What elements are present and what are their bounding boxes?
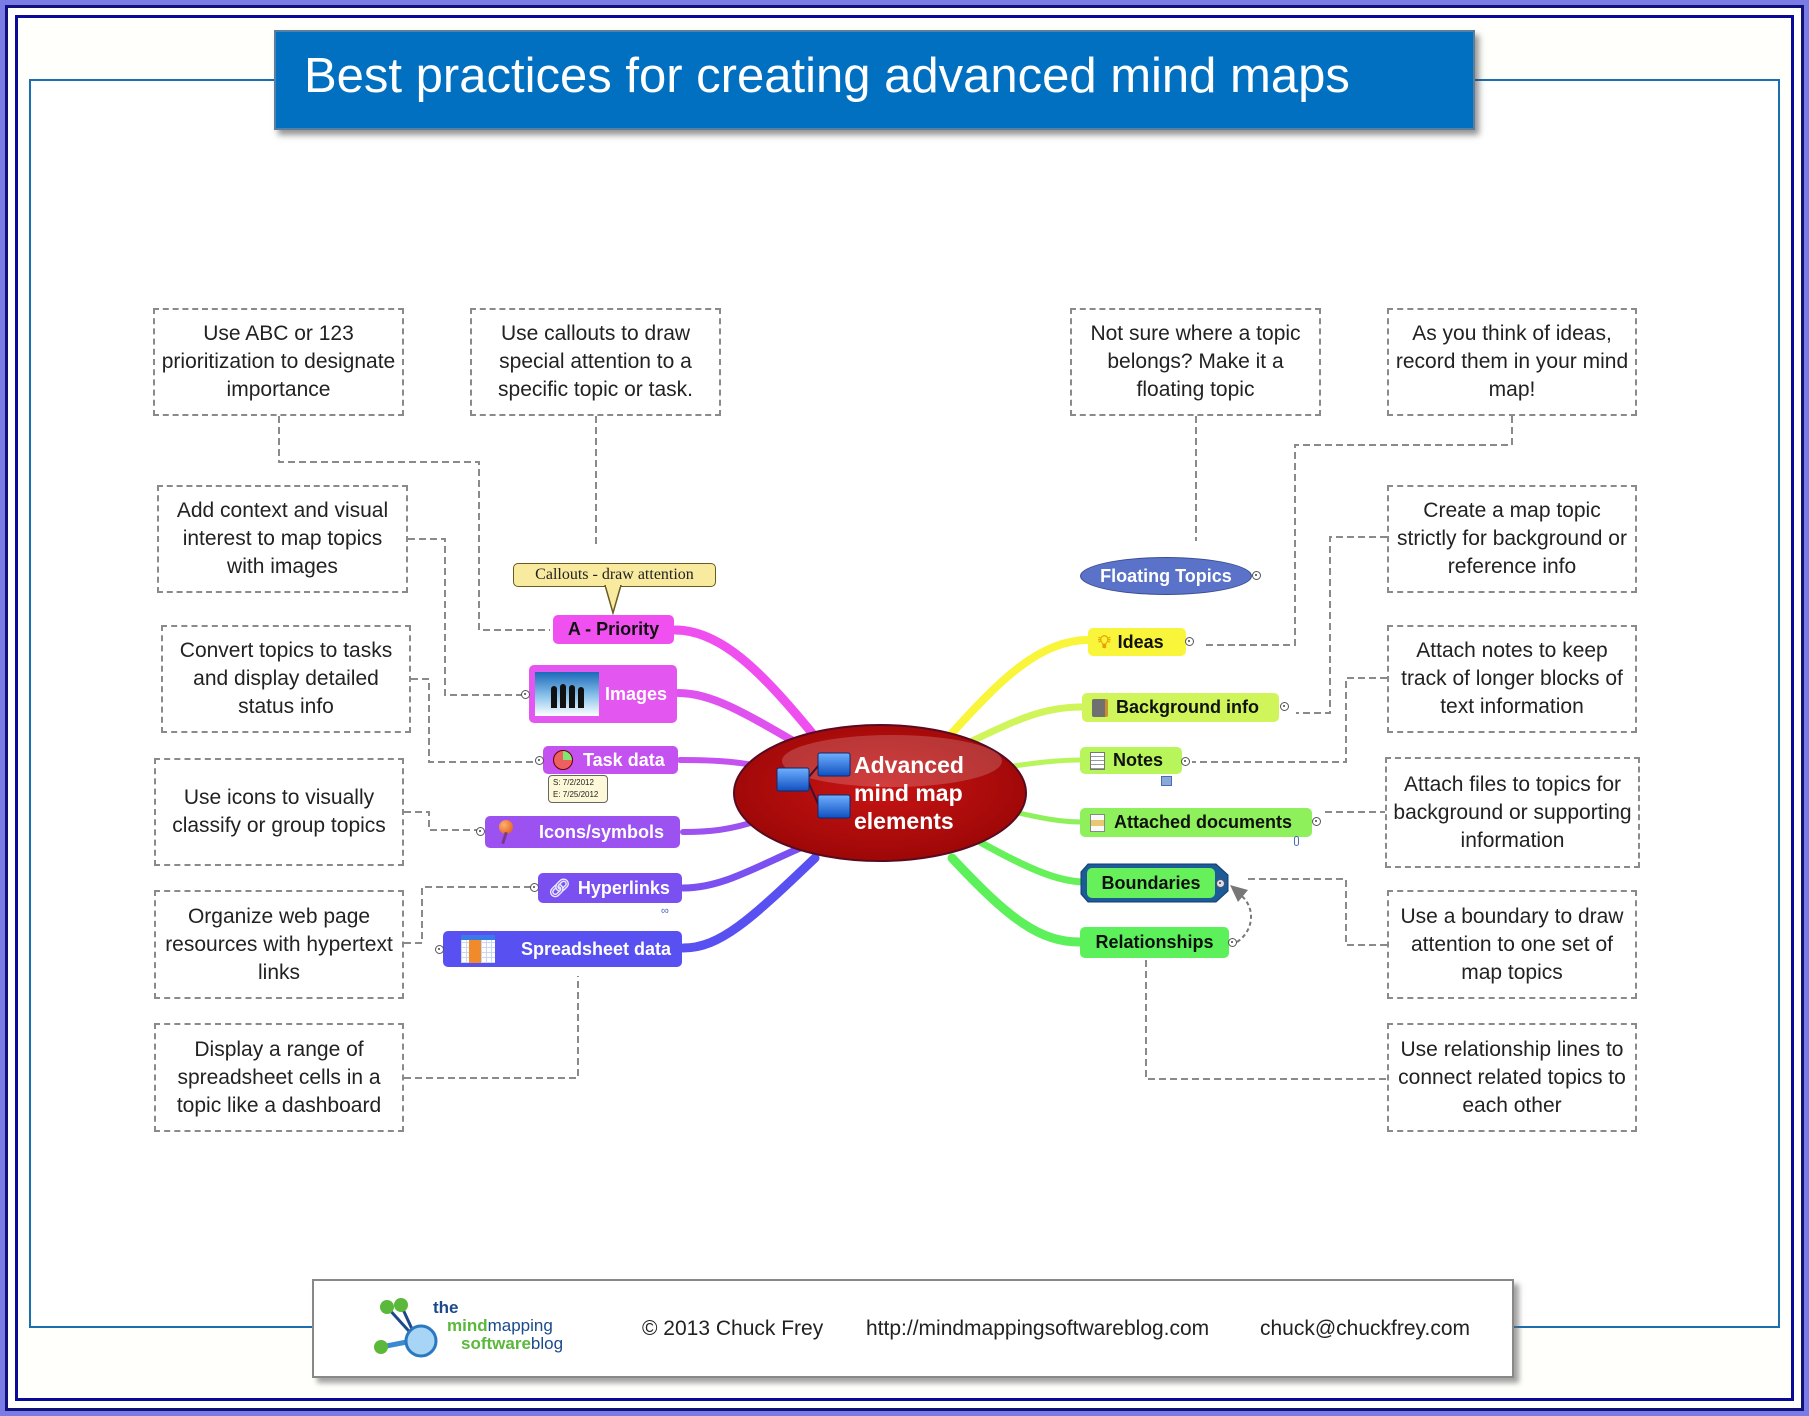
- notepad-icon: [1090, 751, 1105, 770]
- topic-background-info-label: Background info: [1116, 697, 1259, 717]
- topic-relationships-label: Relationships: [1095, 932, 1214, 952]
- footer-banner: the mindmapping softwareblog © 2013 Chuc…: [312, 1279, 1514, 1378]
- task-end-date: E: 7/25/2012: [553, 790, 599, 799]
- logo-text-software: software: [461, 1334, 531, 1353]
- task-dates: S: 7/2/2012 E: 7/25/2012: [548, 775, 608, 803]
- note-task-data: Convert topics to tasks and display deta…: [161, 625, 411, 733]
- note-spreadsheet: Display a range of spreadsheet cells in …: [154, 1023, 404, 1132]
- note-link-background: [1296, 536, 1387, 714]
- topic-relationships[interactable]: Relationships: [1080, 927, 1229, 958]
- topic-attached-documents[interactable]: Attached documents: [1080, 808, 1312, 837]
- note-callouts: Use callouts to draw special attention t…: [470, 308, 721, 416]
- topic-images-label: Images: [604, 683, 667, 704]
- logo-text-blog: blog: [530, 1334, 564, 1353]
- notes-indicator-icon[interactable]: [1161, 776, 1172, 786]
- central-line-1: Advanced: [854, 752, 964, 778]
- note-link-task: [411, 678, 537, 763]
- hyperlink-indicator-icon[interactable]: ∞: [661, 905, 669, 917]
- collapse-toggle-task-data[interactable]: [535, 756, 544, 765]
- note-notes: Attach notes to keep track of longer blo…: [1387, 625, 1637, 733]
- topic-hyperlinks[interactable]: 🔗︎ Hyperlinks: [538, 873, 682, 903]
- collapse-toggle-hyperlinks[interactable]: [530, 883, 539, 892]
- lightbulb-icon: 💡︎: [1098, 632, 1111, 652]
- collapse-toggle-floating[interactable]: [1252, 571, 1261, 580]
- topic-ideas[interactable]: 💡︎ Ideas: [1088, 628, 1186, 656]
- relationship-arrowhead: [1230, 885, 1248, 902]
- logo-text-the: the: [433, 1298, 459, 1317]
- note-background: Create a map topic strictly for backgrou…: [1387, 485, 1637, 593]
- collapse-toggle-attached[interactable]: [1312, 817, 1321, 826]
- note-ideas: As you think of ideas, record them in yo…: [1387, 308, 1637, 416]
- collapse-toggle-spreadsheet[interactable]: [435, 945, 444, 954]
- blog-url-link[interactable]: http://mindmappingsoftwareblog.com: [866, 1317, 1209, 1341]
- link-icon: 🔗︎: [548, 878, 571, 898]
- note-boundaries: Use a boundary to draw attention to one …: [1387, 890, 1637, 999]
- topic-icons-symbols[interactable]: Icons/symbols: [485, 816, 680, 848]
- collapse-toggle-boundaries[interactable]: [1216, 879, 1225, 888]
- topic-spreadsheet-data[interactable]: Spreadsheet data: [443, 931, 682, 967]
- topic-attached-documents-label: Attached documents: [1114, 812, 1293, 832]
- logo-text-mapping: mapping: [487, 1316, 553, 1335]
- central-line-2: mind map: [854, 780, 963, 806]
- attachment-indicator-icon[interactable]: [1294, 836, 1299, 846]
- document-icon: [1090, 813, 1105, 832]
- note-prioritization: Use ABC or 123 prioritization to designa…: [153, 308, 404, 416]
- blog-logo[interactable]: the mindmapping softwareblog: [369, 1295, 589, 1367]
- topic-notes[interactable]: Notes: [1080, 747, 1182, 774]
- callout-bubble[interactable]: Callouts - draw attention: [513, 563, 716, 587]
- spreadsheet-icon: [461, 935, 495, 963]
- note-floating: Not sure where a topic belongs? Make it …: [1070, 308, 1321, 416]
- note-images: Add context and visual interest to map t…: [157, 485, 408, 593]
- note-attached: Attach files to topics for background or…: [1385, 757, 1640, 868]
- pushpin-icon: [497, 820, 515, 845]
- collapse-toggle-images[interactable]: [521, 690, 530, 699]
- note-link-images: [408, 538, 522, 696]
- collapse-toggle-ideas[interactable]: [1185, 637, 1194, 646]
- topic-images[interactable]: Images: [529, 665, 677, 723]
- topic-background-info[interactable]: Background info: [1082, 693, 1279, 722]
- people-image-icon: [535, 672, 599, 716]
- collapse-toggle-notes[interactable]: [1181, 757, 1190, 766]
- topic-icons-symbols-label: Icons/symbols: [539, 821, 665, 842]
- pie-progress-icon: [553, 750, 573, 770]
- central-line-3: elements: [854, 808, 954, 834]
- note-relationships: Use relationship lines to connect relate…: [1387, 1023, 1637, 1132]
- topic-boundaries-label: Boundaries: [1101, 872, 1201, 893]
- floating-topic[interactable]: Floating Topics: [1080, 557, 1252, 595]
- topic-hyperlinks-label: Hyperlinks: [577, 877, 670, 898]
- topic-notes-label: Notes: [1113, 750, 1164, 770]
- collapse-toggle-icons[interactable]: [476, 827, 485, 836]
- book-icon: [1092, 698, 1108, 717]
- topic-priority-label: A - Priority: [567, 619, 660, 639]
- note-link-relationships: [1145, 960, 1387, 1080]
- note-hyperlinks: Organize web page resources with hyperte…: [154, 890, 404, 999]
- note-link-boundaries: [1248, 878, 1387, 946]
- logo-text-mind: mind: [447, 1316, 488, 1335]
- email-link[interactable]: chuck@chuckfrey.com: [1260, 1317, 1470, 1341]
- central-topic-label: Advanced mind map elements: [854, 751, 964, 835]
- callout-pointer: [604, 585, 622, 615]
- collapse-toggle-relationships[interactable]: [1228, 938, 1237, 947]
- copyright-text: © 2013 Chuck Frey: [642, 1317, 824, 1340]
- topic-priority[interactable]: A - Priority: [553, 615, 674, 644]
- topic-task-data-label: Task data: [583, 749, 665, 770]
- branch-relationships: [947, 853, 1085, 947]
- topic-ideas-label: Ideas: [1117, 631, 1164, 652]
- topic-spreadsheet-data-label: Spreadsheet data: [521, 938, 672, 959]
- note-link-icons: [404, 811, 478, 831]
- note-link-spreadsheet: [404, 976, 579, 1079]
- collapse-toggle-background[interactable]: [1280, 702, 1289, 711]
- note-icons: Use icons to visually classify or group …: [154, 758, 404, 866]
- topic-task-data[interactable]: Task data: [543, 746, 678, 774]
- task-start-date: S: 7/2/2012: [553, 778, 594, 787]
- topic-boundaries[interactable]: Boundaries: [1087, 868, 1215, 898]
